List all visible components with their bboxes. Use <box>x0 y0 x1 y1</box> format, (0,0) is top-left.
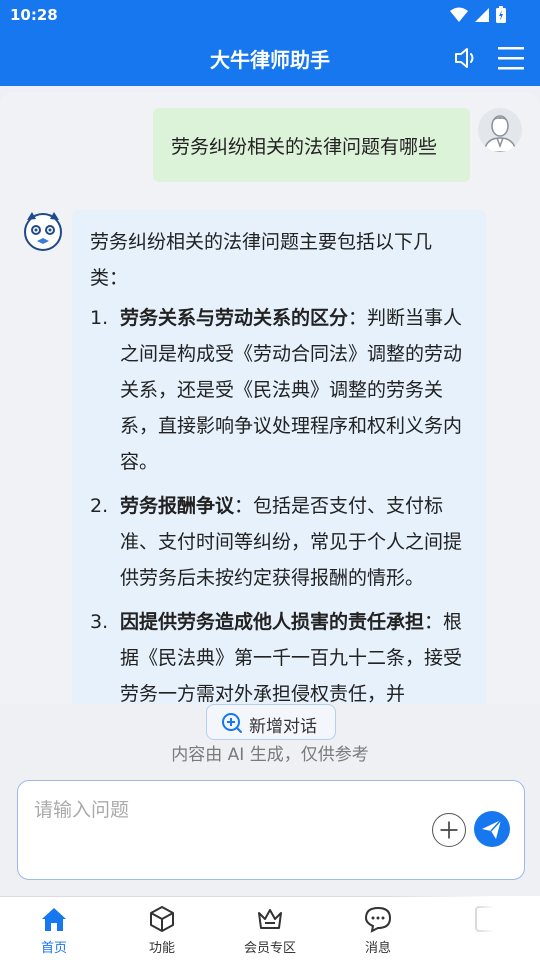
bot-avatar-icon <box>24 212 62 251</box>
tab-label: 功能 <box>148 941 175 956</box>
tabbar-fade-overlay <box>390 896 540 960</box>
tab-home[interactable]: 首页 <box>0 897 108 960</box>
ai-disclaimer: 内容由 AI 生成，仅供参考 <box>171 745 369 765</box>
new-chat-button[interactable]: 新增对话 <box>206 704 336 740</box>
send-icon <box>482 819 502 839</box>
user-avatar-icon <box>478 108 522 152</box>
crown-icon <box>258 909 282 929</box>
item-title: 劳务报酬争议 <box>120 495 235 517</box>
app-header: 大牛律师助手 <box>0 30 540 86</box>
signal-icon <box>475 7 489 22</box>
list-number: 3. <box>90 611 109 633</box>
wifi-icon <box>450 7 468 22</box>
tab-label: 会员专区 <box>243 941 296 956</box>
list-item: 2. 劳务报酬争议：包括是否支付、支付标准、支付时间等纠纷，常见于个人之间提供劳… <box>90 488 466 596</box>
item-text: ：判断当事人之间是构成受《劳动合同法》调整的劳动关系，还是受《民法典》调整的劳务… <box>120 307 463 473</box>
send-button[interactable] <box>474 811 510 847</box>
tab-features[interactable]: 功能 <box>108 897 216 960</box>
user-message-bubble: 劳务纠纷相关的法律问题有哪些 <box>153 108 470 182</box>
bot-message-bubble: 劳务纠纷相关的法律问题主要包括以下几类： 1. 劳务关系与劳动关系的区分：判断当… <box>72 210 486 704</box>
chat-area[interactable]: 劳务纠纷相关的法律问题有哪些 劳务纠纷相关的法律问题主要包括以下几类： 1. 劳 <box>0 92 540 704</box>
bot-answer-list: 1. 劳务关系与劳动关系的区分：判断当事人之间是构成受《劳动合同法》调整的劳动关… <box>90 300 466 704</box>
status-icons <box>450 6 506 23</box>
bot-avatar <box>22 210 64 252</box>
menu-icon[interactable] <box>496 44 526 72</box>
speaker-icon[interactable] <box>452 44 480 72</box>
new-chat-label: 新增对话 <box>249 717 317 737</box>
tab-label: 首页 <box>40 941 67 956</box>
item-title: 因提供劳务造成他人损害的责任承担 <box>120 611 425 633</box>
list-number: 1. <box>90 307 109 329</box>
tab-membership[interactable]: 会员专区 <box>216 897 324 960</box>
user-avatar <box>478 108 522 152</box>
input-placeholder: 请输入问题 <box>34 799 130 821</box>
home-icon <box>42 908 66 931</box>
status-bar: 10:28 <box>0 0 540 30</box>
list-number: 2. <box>90 495 109 517</box>
list-item: 3. 因提供劳务造成他人损害的责任承担：根据《民法典》第一千一百九十二条，接受劳… <box>90 604 466 704</box>
chat-icon <box>364 906 392 933</box>
plus-icon[interactable] <box>432 813 466 847</box>
bot-intro: 劳务纠纷相关的法律问题主要包括以下几类： <box>90 231 433 289</box>
search-add-icon <box>222 713 242 733</box>
status-time: 10:28 <box>10 6 58 24</box>
cube-icon <box>150 906 174 932</box>
item-title: 劳务关系与劳动关系的区分 <box>120 307 349 329</box>
battery-icon <box>496 6 506 23</box>
list-item: 1. 劳务关系与劳动关系的区分：判断当事人之间是构成受《劳动合同法》调整的劳动关… <box>90 300 466 480</box>
